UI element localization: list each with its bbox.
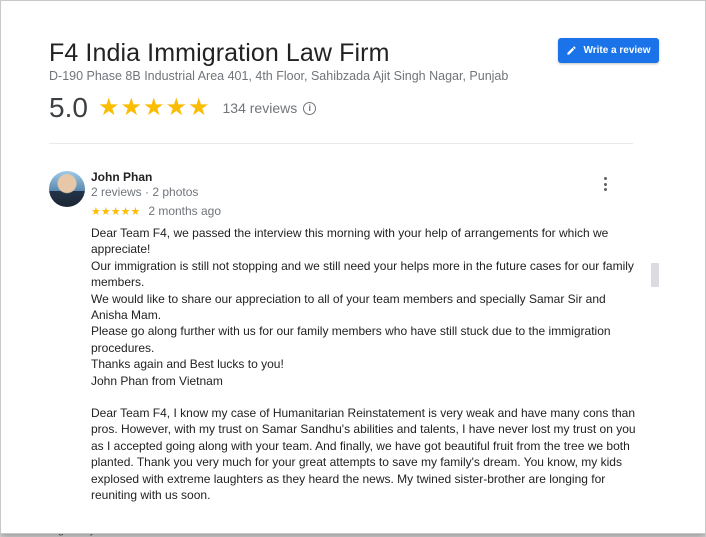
reviews-dialog: F4 India Immigration Law Firm D-190 Phas… [0,0,706,534]
review-author-meta: 2 reviews · 2 photos [91,185,199,199]
avatar[interactable] [49,171,85,207]
rating-value: 5.0 [49,92,88,123]
header-divider [49,143,633,144]
rating-stars: ★★★★★ [97,94,211,121]
write-review-button[interactable]: Write a review [558,38,659,63]
more-vert-icon[interactable] [601,177,609,191]
review-paragraph: Dear Team F4, we passed the interview th… [91,226,634,388]
scrollbar-track[interactable] [649,143,661,528]
review-author[interactable]: John Phan [91,170,152,184]
review-text: Dear Team F4, we passed the interview th… [91,225,636,504]
review-paragraph-spacer [91,389,636,405]
review-count[interactable]: 134 reviews [223,100,298,116]
review-date: 2 months ago [148,204,222,218]
scrollbar-thumb[interactable] [651,263,659,287]
rating-summary: 5.0 ★★★★★ 134 reviews i [49,91,669,125]
pencil-icon [567,46,577,55]
write-review-label: Write a review [583,45,651,56]
review-paragraph: Dear Team F4, I know my case of Humanita… [91,406,639,503]
review-rating-row: ★★★★★ 2 months ago [91,204,221,218]
review-stars: ★★★★★ [91,205,141,218]
info-icon[interactable]: i [303,101,317,115]
place-address: D-190 Phase 8B Industrial Area 401, 4th … [49,69,509,83]
